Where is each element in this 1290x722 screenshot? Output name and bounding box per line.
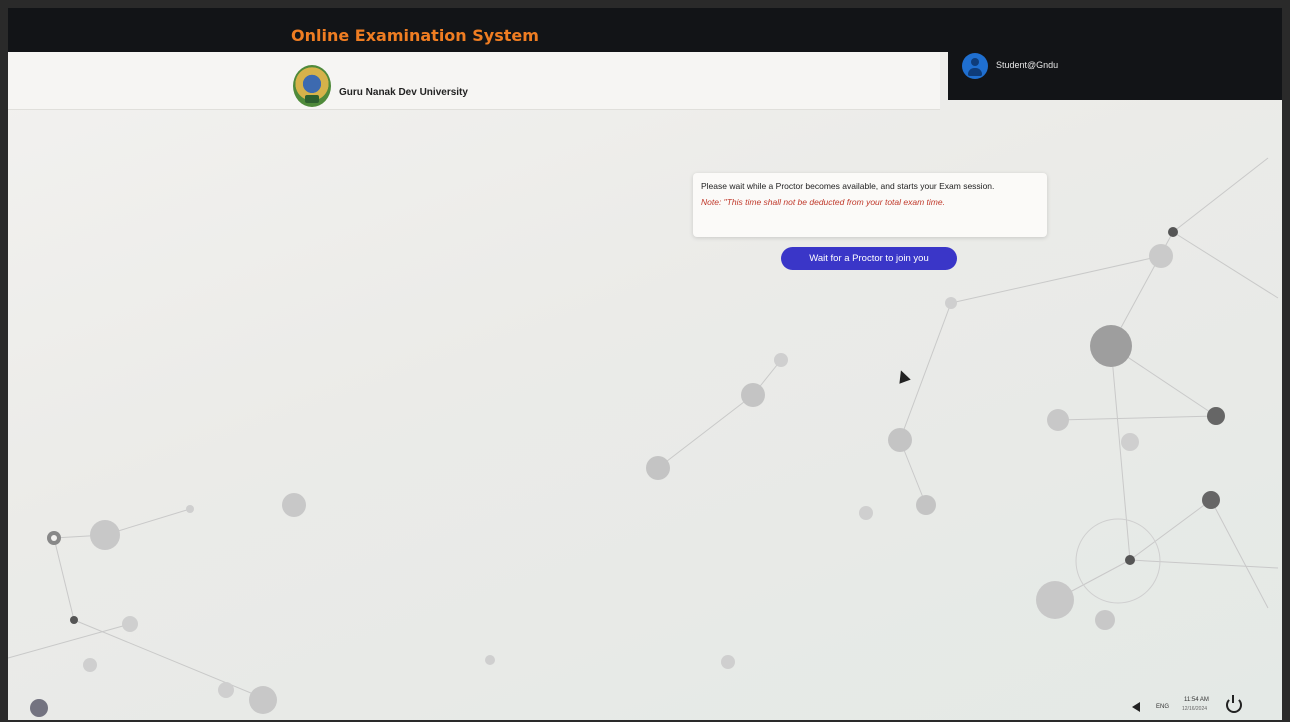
university-logo <box>293 65 331 107</box>
volume-icon[interactable] <box>1132 702 1140 712</box>
power-icon[interactable] <box>1226 695 1242 713</box>
notice-note: Note: "This time shall not be deducted f… <box>701 197 945 207</box>
background-network-graphic <box>8 157 1279 714</box>
user-panel[interactable]: Student@Gndu <box>948 48 1282 100</box>
clock-date[interactable]: 12/16/2024 <box>1182 706 1207 712</box>
taskbar: ENG 11:54 AM 12/16/2024 <box>8 694 1282 720</box>
language-indicator[interactable]: ENG <box>1156 704 1169 710</box>
user-avatar-icon[interactable] <box>962 53 988 79</box>
exam-screen: Online Examination System Student@Gndu G… <box>8 8 1282 720</box>
user-name[interactable]: Student@Gndu <box>996 60 1058 70</box>
university-name: Guru Nanak Dev University <box>339 87 468 98</box>
university-header: Guru Nanak Dev University <box>8 52 940 110</box>
start-icon[interactable] <box>30 699 48 717</box>
proctor-notice: Please wait while a Proctor becomes avai… <box>693 173 1047 237</box>
clock-time[interactable]: 11:54 AM <box>1184 697 1209 703</box>
notice-message: Please wait while a Proctor becomes avai… <box>701 181 995 191</box>
wait-for-proctor-button[interactable]: Wait for a Proctor to join you <box>781 247 957 270</box>
app-title: Online Examination System <box>291 26 539 45</box>
top-navbar: Online Examination System <box>8 8 1282 52</box>
